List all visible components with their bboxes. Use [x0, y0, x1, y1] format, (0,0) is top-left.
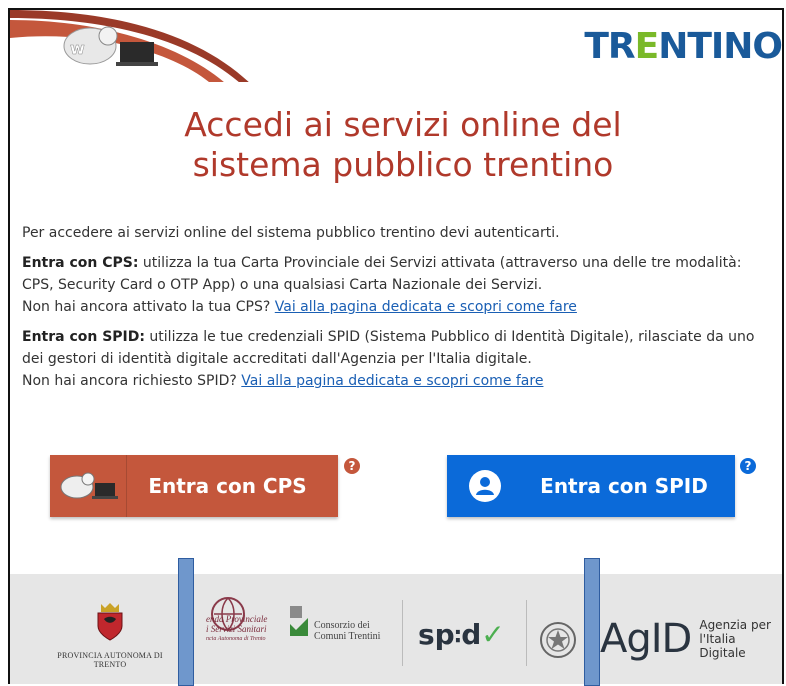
cps-button-icon [50, 455, 127, 517]
spid-logo-sp: sp [418, 618, 455, 651]
page-title-line-2: sistema pubblico trentino [192, 145, 614, 184]
spid-help-icon[interactable]: ? [740, 458, 756, 474]
trentino-logo: TR E NTINO [584, 18, 782, 74]
trento-crest-icon [97, 603, 123, 641]
page-frame: w TR E NTINO Accedi ai servizi online del … [8, 8, 784, 684]
svg-text:w: w [70, 39, 85, 58]
overlay-bar-left [178, 558, 194, 686]
cps-description: Entra con CPS: utilizza la tua Carta Pro… [22, 252, 762, 318]
cps-button-label: Entra con CPS [148, 474, 307, 498]
trentino-logo-e: E [634, 25, 660, 67]
overlay-bar-right [584, 558, 600, 686]
spid-button-label: Entra con SPID [540, 474, 708, 498]
spid-info-link[interactable]: Vai alla pagina dedicata e scopri come f… [241, 373, 543, 389]
apss-label: enda Provinciale i Servizi Sanitari ncia… [206, 614, 286, 644]
spid-button-icon [447, 455, 523, 517]
consorzio-line-1: Consorzio dei [314, 620, 370, 631]
trento-label: PROVINCIA AUTONOMA DI TRENTO [57, 651, 163, 669]
trentino-logo-tr: TR [584, 25, 635, 67]
cps-info-link[interactable]: Vai alla pagina dedicata e scopri come f… [275, 299, 577, 315]
apss-line-3: ncia Autonoma di Trento [206, 636, 266, 642]
agid-subtitle-line-2: l'Italia Digitale [699, 632, 746, 660]
page-title-line-1: Accedi ai servizi online del [184, 105, 622, 144]
spid-login-button[interactable]: Entra con SPID [447, 455, 735, 517]
cps-user-icon: w [63, 26, 158, 66]
cps-question: Non hai ancora attivato la tua CPS? [22, 299, 275, 315]
spid-check-icon: ✓ [481, 618, 505, 651]
consorzio-label: Consorzio dei Comuni Trentini [314, 620, 380, 642]
spid-logo-d: d [461, 618, 482, 651]
page-title: Accedi ai servizi online del sistema pub… [10, 105, 782, 185]
cps-login-button[interactable]: Entra con CPS [50, 455, 338, 517]
spid-label: Entra con SPID: [22, 329, 145, 345]
apss-line-1: enda Provinciale [206, 614, 268, 624]
footer-divider-1 [402, 600, 403, 666]
footer-logos: PROVINCIA AUTONOMA DI TRENTO enda Provin… [10, 574, 782, 684]
spid-logo[interactable]: sp∶d✓ [418, 618, 505, 651]
instructions: Per accedere ai servizi online del siste… [22, 222, 762, 400]
trentino-logo-ntino: NTINO [658, 25, 782, 67]
consorzio-icon [290, 606, 308, 636]
cps-label: Entra con CPS: [22, 255, 139, 271]
footer-divider-2 [526, 600, 527, 666]
agid-logo-subtitle: Agenzia per l'Italia Digitale [699, 618, 782, 660]
consorzio-line-2: Comuni Trentini [314, 631, 381, 642]
cps-help-icon[interactable]: ? [344, 458, 360, 474]
agid-logo[interactable]: AgID Agenzia per l'Italia Digitale [600, 616, 782, 662]
spid-description: Entra con SPID: utilizza le tue credenzi… [22, 326, 762, 392]
spid-question: Non hai ancora richiesto SPID? [22, 373, 242, 389]
provincia-trento-logo[interactable]: PROVINCIA AUTONOMA DI TRENTO [40, 602, 180, 669]
header: w TR E NTINO [10, 10, 782, 82]
apss-line-2: i Servizi Sanitari [206, 624, 267, 634]
italian-republic-emblem-icon[interactable] [538, 620, 578, 660]
agid-logo-text: AgID [600, 616, 692, 662]
agid-subtitle-line-1: Agenzia per [699, 618, 771, 632]
intro-text: Per accedere ai servizi online del siste… [22, 225, 560, 241]
